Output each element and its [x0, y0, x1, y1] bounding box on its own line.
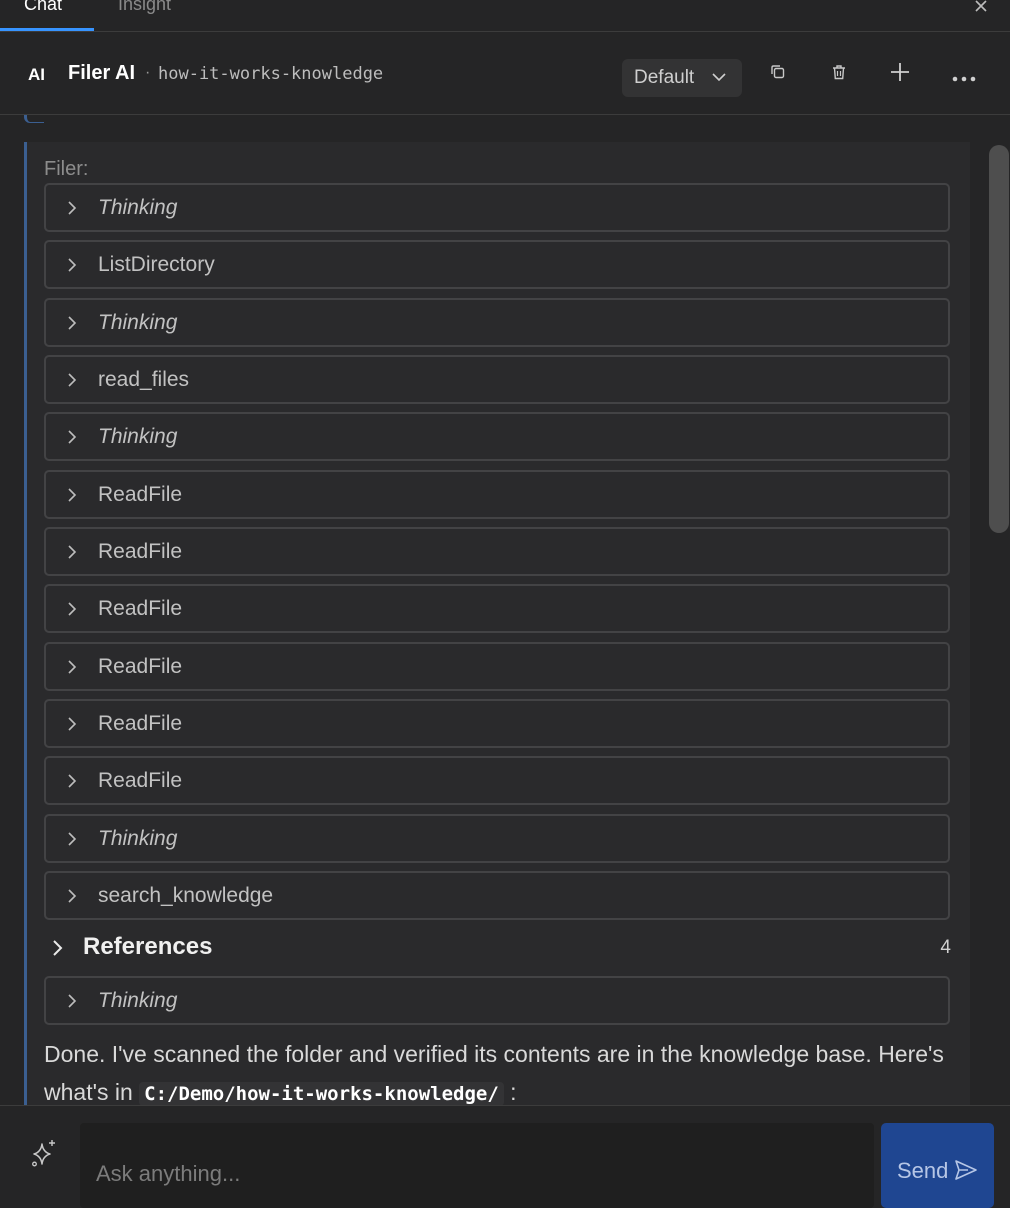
step-label: ReadFile [98, 597, 183, 620]
step-item[interactable]: Thinking [44, 814, 950, 863]
step-label: Thinking [98, 827, 178, 850]
tab-bar: Chat Insight [0, 0, 1010, 32]
step-item[interactable]: Thinking [44, 183, 950, 232]
step-label: search_knowledge [98, 884, 274, 907]
step-label: Thinking [98, 425, 178, 448]
title-separator: · [145, 64, 151, 81]
step-label: ReadFile [98, 655, 183, 678]
chevron-right-icon [68, 201, 77, 215]
app-title: Filer AI [68, 62, 136, 84]
new-chat-button[interactable] [889, 61, 911, 88]
close-panel-button[interactable] [974, 0, 988, 19]
copy-icon [771, 65, 785, 79]
chevron-right-icon [68, 488, 77, 502]
step-label: read_files [98, 368, 190, 391]
chevron-right-icon [68, 660, 77, 674]
prompt-input[interactable] [80, 1123, 874, 1208]
answer-suffix: : [510, 1079, 517, 1105]
chevron-right-icon [68, 373, 77, 387]
step-item[interactable]: Thinking [44, 976, 950, 1025]
delete-button[interactable] [830, 63, 848, 86]
assistant-message: Filer: Thinking ListDirectory Thinking r… [24, 142, 970, 1105]
mode-dropdown-value: Default [634, 67, 695, 88]
chevron-right-icon [68, 430, 77, 444]
step-label: Thinking [98, 196, 178, 219]
trash-icon [833, 65, 845, 80]
chevron-right-icon [68, 316, 77, 330]
chevron-right-icon [68, 545, 77, 559]
step-label: ReadFile [98, 769, 183, 792]
chevron-right-icon [68, 889, 77, 903]
more-icon [952, 76, 976, 82]
send-label: Send [897, 1158, 949, 1183]
chevron-right-icon [68, 602, 77, 616]
step-item[interactable]: ReadFile [44, 527, 950, 576]
chevron-right-icon [53, 940, 63, 956]
suggestions-button[interactable] [30, 1138, 58, 1173]
chevron-right-icon [68, 832, 77, 846]
answer-text: Done. I've scanned the folder and verifi… [44, 1035, 944, 1105]
references-count: 4 [940, 937, 951, 958]
step-item[interactable]: ListDirectory [44, 240, 950, 289]
chat-content: Filer: Thinking ListDirectory Thinking r… [0, 115, 1010, 1105]
step-item[interactable]: ReadFile [44, 470, 950, 519]
active-tab-indicator [0, 28, 94, 31]
mode-dropdown[interactable]: Default [622, 59, 742, 97]
references-label: References [83, 933, 213, 960]
step-label: Thinking [98, 989, 178, 1012]
tab-insight[interactable]: Insight [118, 0, 171, 26]
step-label: ReadFile [98, 483, 183, 506]
step-item[interactable]: Thinking [44, 412, 950, 461]
previous-message-edge [24, 115, 44, 123]
sparkle-icon [32, 1140, 55, 1167]
chat-scrollbar[interactable] [989, 142, 1010, 1105]
step-item[interactable]: ReadFile [44, 756, 950, 805]
close-icon [975, 0, 987, 12]
step-label: Thinking [98, 311, 178, 334]
step-item[interactable]: ReadFile [44, 642, 950, 691]
step-item[interactable]: ReadFile [44, 584, 950, 633]
chevron-right-icon [68, 258, 77, 272]
workspace-name: how-it-works-knowledge [158, 64, 384, 84]
step-label: ReadFile [98, 712, 183, 735]
chevron-down-icon [712, 73, 726, 82]
message-author: Filer: [44, 158, 89, 180]
step-label: ListDirectory [98, 253, 215, 276]
tab-chat[interactable]: Chat [24, 0, 62, 26]
chevron-right-icon [68, 994, 77, 1008]
scrollbar-thumb[interactable] [989, 145, 1009, 533]
folder-path: C:/Demo/how-it-works-knowledge/ [139, 1082, 504, 1105]
copy-button[interactable] [769, 63, 787, 86]
step-label: ReadFile [98, 540, 183, 563]
references-toggle[interactable]: References 4 [44, 928, 951, 968]
more-options-button[interactable] [952, 69, 976, 87]
step-item[interactable]: read_files [44, 355, 950, 404]
step-item[interactable]: search_knowledge [44, 871, 950, 920]
ai-badge: AI [28, 65, 45, 84]
input-bar: Send [0, 1105, 1010, 1208]
step-item[interactable]: ReadFile [44, 699, 950, 748]
chevron-right-icon [68, 774, 77, 788]
chat-header: AI Filer AI · how-it-works-knowledge Def… [0, 33, 1010, 115]
step-item[interactable]: Thinking [44, 298, 950, 347]
send-icon [955, 1160, 977, 1180]
send-button[interactable]: Send [881, 1123, 994, 1208]
chevron-right-icon [68, 717, 77, 731]
plus-icon [891, 63, 909, 81]
